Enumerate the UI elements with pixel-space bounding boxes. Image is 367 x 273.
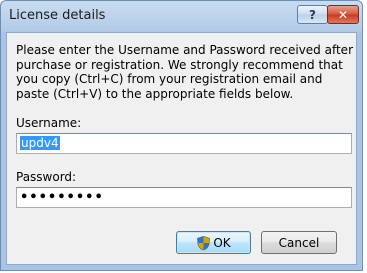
ok-label: OK <box>213 235 231 250</box>
cancel-label: Cancel <box>278 235 320 250</box>
close-button[interactable]: ✕ <box>327 5 359 24</box>
help-icon: ? <box>309 7 316 22</box>
window-title: License details <box>9 8 106 23</box>
ok-button[interactable]: OK <box>176 231 251 254</box>
username-label: Username: <box>16 116 82 130</box>
password-label: Password: <box>16 170 77 184</box>
cancel-button[interactable]: Cancel <box>261 231 337 254</box>
close-icon: ✕ <box>337 7 349 22</box>
dialog-body: Please enter the Username and Password r… <box>6 32 357 265</box>
username-input[interactable]: updv4 <box>16 133 352 154</box>
license-details-dialog: License details ? ✕ Please enter the Use… <box>0 0 363 271</box>
help-button[interactable]: ? <box>297 5 328 24</box>
password-value: ••••••••• <box>20 190 104 205</box>
security-shield-icon <box>197 235 211 250</box>
instructions-text: Please enter the Username and Password r… <box>16 43 354 101</box>
username-value: updv4 <box>20 136 60 150</box>
password-input[interactable]: ••••••••• <box>16 187 352 208</box>
title-bar[interactable]: License details ? ✕ <box>1 1 362 32</box>
